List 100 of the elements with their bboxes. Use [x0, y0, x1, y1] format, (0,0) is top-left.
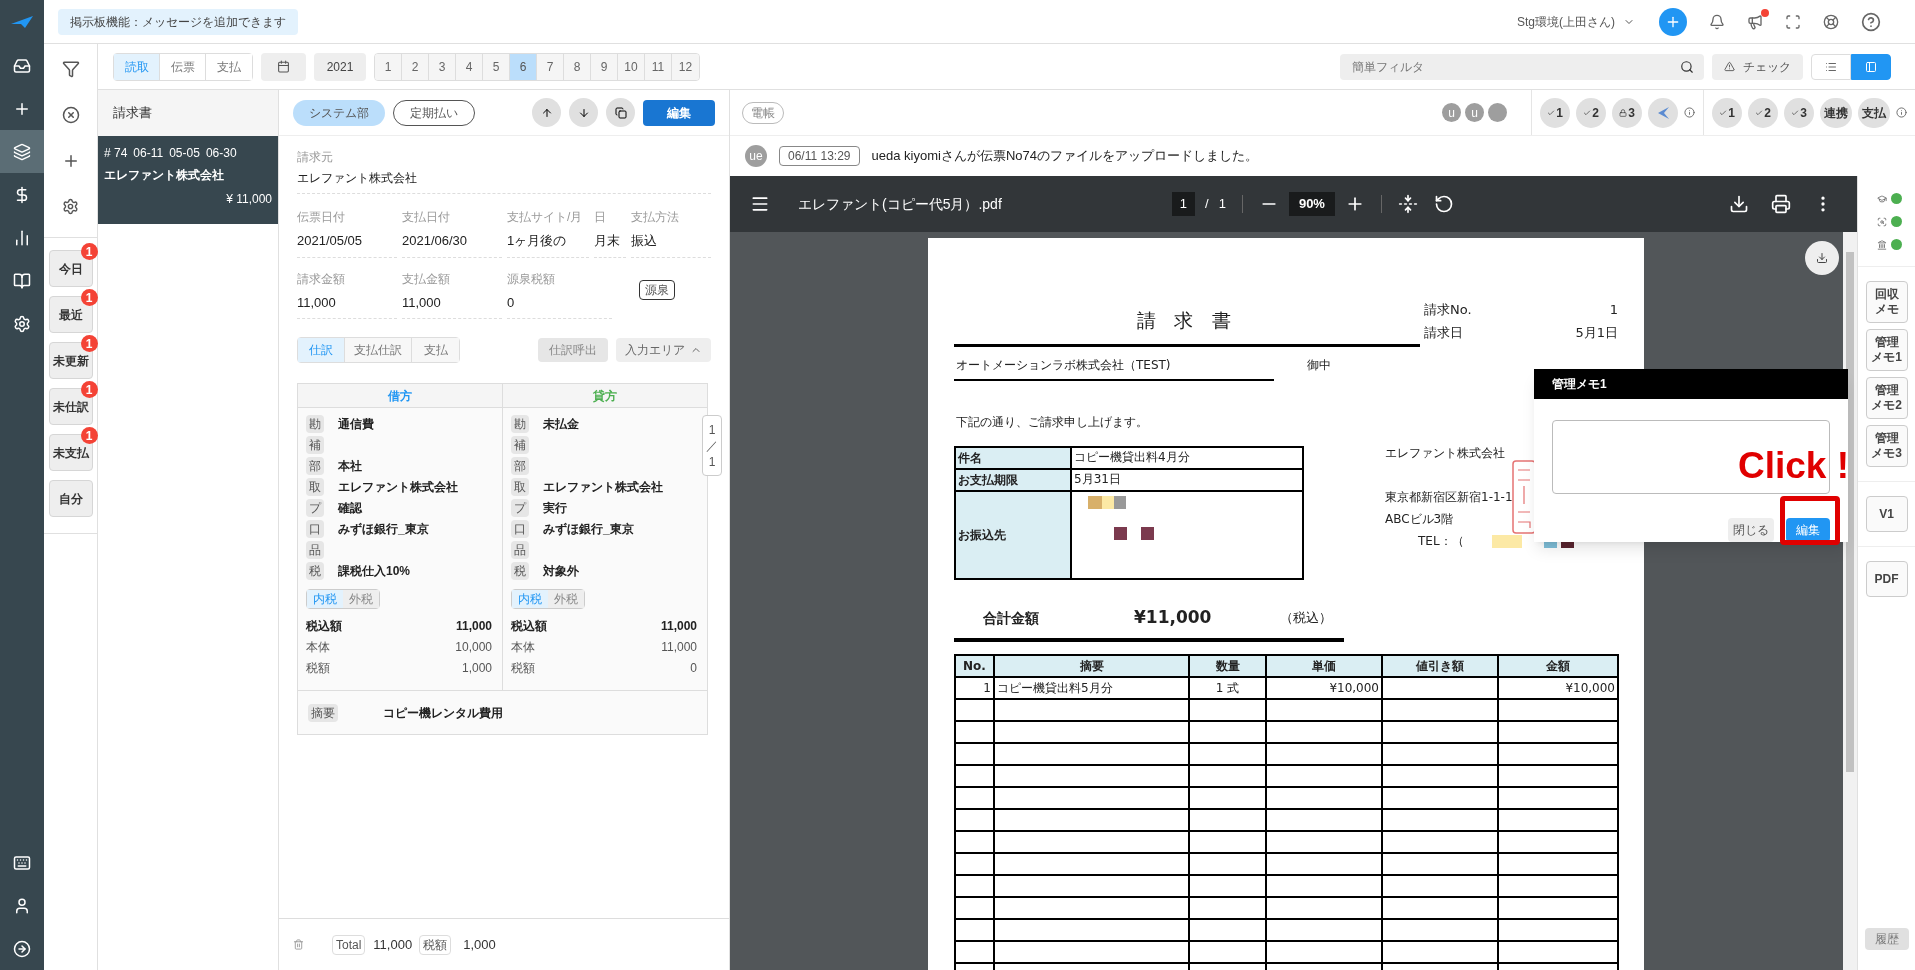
info-icon[interactable]: [1684, 107, 1695, 118]
settings-icon[interactable]: [62, 198, 79, 215]
table-cell: ¥10,000: [1498, 677, 1618, 699]
calendar-button[interactable]: [261, 52, 306, 81]
filter-icon[interactable]: [61, 60, 80, 78]
column-header: 金額: [1498, 655, 1618, 677]
scan-icon: [1877, 216, 1887, 227]
info-value: 5月31日: [1071, 469, 1303, 491]
logo-icon[interactable]: [11, 16, 33, 28]
search-icon[interactable]: [1680, 59, 1694, 74]
journal-tab[interactable]: 支払仕訳: [345, 338, 412, 362]
table-cell: 1: [955, 677, 994, 699]
tel-label: TEL：（: [1418, 533, 1464, 550]
layers-icon[interactable]: [13, 142, 31, 161]
move-up-button[interactable]: [532, 98, 561, 127]
page-indicator[interactable]: 1 ／ 1: [702, 415, 722, 476]
approval-check-chip[interactable]: 3: [1784, 97, 1814, 128]
fit-page-icon[interactable]: [1397, 194, 1418, 214]
year-button[interactable]: 2021: [314, 52, 366, 81]
month-button[interactable]: 12: [672, 53, 699, 80]
account-tag: 部: [306, 456, 324, 475]
invoice-list-item[interactable]: # 74 06-11 05-05 06-30 エレファント株式会社 ¥ 11,000: [98, 136, 278, 224]
approval-check-chip[interactable]: 1: [1712, 97, 1742, 128]
support-icon[interactable]: [1823, 13, 1839, 30]
account-value: 確認: [338, 499, 362, 517]
menu-icon[interactable]: [750, 194, 770, 214]
check-button[interactable]: チェック: [1712, 53, 1803, 80]
total-value: 11,000: [373, 935, 413, 954]
bell-icon[interactable]: [1709, 13, 1725, 30]
panel-view-button[interactable]: [1851, 53, 1891, 80]
memo-button[interactable]: 管理 メモ2: [1865, 377, 1908, 419]
month-button[interactable]: 5: [483, 53, 510, 80]
withholding-button[interactable]: 源泉: [639, 279, 675, 300]
month-button[interactable]: 7: [537, 53, 564, 80]
megaphone-icon[interactable]: [1747, 13, 1763, 30]
month-button[interactable]: 6: [510, 53, 537, 80]
issuer-line: エレファント株式会社: [1385, 445, 1506, 462]
version-button[interactable]: V1: [1865, 496, 1908, 532]
zoom-field[interactable]: 90%: [1288, 192, 1335, 216]
help-icon[interactable]: [1861, 11, 1881, 32]
download-button[interactable]: [1805, 241, 1839, 275]
status-chip[interactable]: 連携: [1820, 97, 1852, 128]
memo-text-area[interactable]: [1552, 419, 1830, 494]
add-button[interactable]: [1659, 7, 1687, 36]
month-button[interactable]: 11: [645, 53, 672, 80]
bar-chart-icon[interactable]: [13, 228, 31, 247]
integration-chip[interactable]: [1648, 97, 1678, 128]
logout-icon[interactable]: [13, 939, 31, 958]
account-tag: 品: [306, 540, 324, 559]
journal-tab[interactable]: 支払: [412, 338, 459, 362]
keyboard-icon[interactable]: [13, 853, 31, 872]
memo-button[interactable]: 回収 メモ: [1865, 281, 1908, 323]
quick-filter-button[interactable]: 自分: [48, 480, 93, 517]
history-button[interactable]: 履歴: [1864, 928, 1909, 950]
lock-chip[interactable]: 3: [1612, 97, 1642, 128]
account-tag: 補: [306, 435, 324, 454]
scrollbar-thumb[interactable]: [1846, 252, 1854, 772]
account-tag: 税: [306, 561, 324, 580]
account-value: 課税仕入10%: [338, 562, 411, 580]
copy-button[interactable]: [606, 98, 635, 127]
memo-button[interactable]: 管理 メモ1: [1865, 329, 1908, 371]
department-tag[interactable]: システム部: [293, 99, 385, 126]
memo-button[interactable]: 管理 メモ3: [1865, 425, 1908, 467]
status-chip[interactable]: 支払: [1858, 97, 1890, 128]
redaction-block: [1141, 527, 1154, 540]
page-number-field[interactable]: 1: [1171, 192, 1196, 216]
approval-check-chip[interactable]: 2: [1748, 97, 1778, 128]
month-button[interactable]: 8: [564, 53, 591, 80]
move-down-button[interactable]: [569, 98, 598, 127]
environment-select[interactable]: Stg環境(上田さん): [1517, 12, 1635, 31]
approval-check-chip[interactable]: 1: [1540, 97, 1570, 128]
clear-icon[interactable]: [61, 106, 80, 124]
month-button[interactable]: 4: [456, 53, 483, 80]
month-button[interactable]: 2: [402, 53, 429, 80]
filter-field[interactable]: 簡単フィルタ: [1340, 53, 1704, 80]
fullscreen-icon[interactable]: [1785, 13, 1801, 30]
notice-banner: 掲示板機能：メッセージを追加できます: [58, 8, 298, 35]
approval-check-chip[interactable]: 2: [1576, 97, 1606, 128]
rotate-icon[interactable]: [1433, 194, 1454, 214]
user-icon[interactable]: [13, 896, 31, 915]
download-icon[interactable]: [1729, 194, 1749, 214]
book-icon[interactable]: [13, 271, 31, 290]
click-annotation: Click !: [1738, 444, 1850, 488]
account-value: 通信費: [338, 415, 374, 433]
close-button[interactable]: 閉じる: [1728, 518, 1774, 542]
invoice-number: # 74: [104, 145, 128, 162]
month-button[interactable]: 1: [375, 53, 402, 80]
info-icon[interactable]: [1896, 107, 1907, 118]
table-cell: ¥10,000: [1266, 677, 1382, 699]
cap-icon: [1877, 193, 1887, 204]
month-button[interactable]: 3: [429, 53, 456, 80]
inbox-icon[interactable]: [13, 56, 31, 75]
month-button[interactable]: 9: [591, 53, 618, 80]
month-button[interactable]: 10: [618, 53, 645, 80]
version-button[interactable]: PDF: [1865, 561, 1908, 597]
activity-message: ueda kiyomiさんが伝票No74のファイルをアップロードしました。: [871, 147, 1258, 166]
pdf-filename: エレファント(コピー代5月）.pdf: [798, 194, 1002, 214]
edit-button[interactable]: 編集: [643, 99, 715, 126]
input-area-button[interactable]: 入力エリア: [616, 338, 711, 362]
print-icon[interactable]: [1771, 194, 1791, 214]
